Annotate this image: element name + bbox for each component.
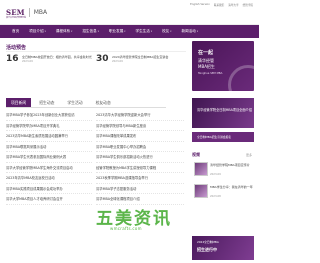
chevron-down-icon: ▾ xyxy=(196,30,199,33)
news-link[interactable]: 清华MBA学生代表参加国际商业案例大赛 xyxy=(6,152,92,163)
events-heading: 活动预告 xyxy=(6,45,27,51)
promo-title: 在一起 xyxy=(198,50,214,56)
nav-item-career[interactable]: 职业发展 ▾ xyxy=(109,29,126,34)
news-link[interactable]: 清华MBA学子参加2023年创新创业大赛获佳绩 xyxy=(6,110,92,121)
logo-divider xyxy=(28,8,30,17)
chevron-down-icon: ▾ xyxy=(97,30,99,33)
divider xyxy=(6,51,186,52)
event-title: 2024清华经管学院全日制MBA招生宣讲会 xyxy=(112,55,169,59)
admissions-banner[interactable]: 2024全日制MBA 招生进行中 xyxy=(192,236,254,260)
news-link[interactable]: 清华MBA实践项目成果展示会成功举办 xyxy=(6,184,92,194)
nav-item-alumni[interactable]: 校友 ▾ xyxy=(162,29,171,34)
video-thumbnail[interactable] xyxy=(194,184,208,198)
news-link[interactable]: 清华大学经管学院MBA学生海外交流项目启动 xyxy=(6,163,92,173)
news-link[interactable]: 清华经管学院举办MBA项目开学典礼 xyxy=(6,121,92,131)
util-link-contact[interactable]: 联系我们 xyxy=(214,3,224,7)
video-date: 2023-08 xyxy=(210,195,221,198)
news-link[interactable]: 清华MBA职业发展中心举办招聘会 xyxy=(96,142,184,152)
site-header: SEM 清华大学经济管理学院 MBA English Version 联系我们 … xyxy=(0,0,259,25)
news-link[interactable]: 清华MBA课程改革成果发布 xyxy=(96,131,184,142)
util-link-sem[interactable]: 经管学院 xyxy=(243,3,253,7)
nav-item-student-life[interactable]: 学生生活 ▾ xyxy=(136,29,153,34)
nav-label: 首页 xyxy=(12,29,20,33)
event-day: 16 xyxy=(6,54,19,64)
nav-label: 项目介绍 xyxy=(29,29,44,33)
event-date: 2023-09 xyxy=(112,60,123,63)
chevron-down-icon: ▾ xyxy=(71,30,73,33)
news-link[interactable]: 2023清华MBA新生素质拓展活动圆满举行 xyxy=(6,131,92,142)
promo-banner[interactable]: 在一起 清华经管 MBA招生 Tsinghua SEM MBA xyxy=(192,41,254,91)
admissions-banner-title: 招生进行中 xyxy=(197,247,217,252)
logo-subtitle: 清华大学经济管理学院 xyxy=(6,17,27,19)
nav-label: 职业发展 xyxy=(108,29,124,33)
video-more-link[interactable]: 更多 xyxy=(246,153,252,157)
news-list-right: 2023清华大学经管学院迎新大会举行 清华经管学院领导与MBA新生座谈 清华MB… xyxy=(96,110,184,205)
site-logo[interactable]: SEM 清华大学经济管理学院 MBA xyxy=(6,8,48,19)
video-title[interactable]: MBA学生分享：我在清华的一年 xyxy=(210,185,254,189)
tab-alumni-news[interactable]: 校友动态 xyxy=(91,98,116,107)
nav-label: 招生信息 xyxy=(82,29,97,33)
nav-label: 新闻活动 xyxy=(181,29,196,33)
news-link[interactable]: 清华MBA联赛风采展示活动 xyxy=(6,142,92,152)
nav-item-home[interactable]: 首页 xyxy=(12,29,19,34)
info-session-banner[interactable]: 全日制MBA招生宣讲会报名 xyxy=(192,132,254,142)
tab-project-news[interactable]: 项目新闻 xyxy=(6,98,32,107)
program-banner[interactable]: 清华经管学院全日制MBA项目全面介绍 xyxy=(192,98,254,128)
news-link[interactable]: 2023年清华MBA校友返校日活动 xyxy=(6,173,92,184)
news-link[interactable]: 清华MBA学生俱乐部招新活动火热进行 xyxy=(96,152,184,163)
news-link[interactable]: 清华MBA全球化课程项目介绍 xyxy=(96,194,184,205)
event-item[interactable]: 16 全日制MBA校园开放日：相约清华园，共享金秋时光 2023-09 xyxy=(6,55,94,64)
event-item[interactable]: 30 2024清华经管学院全日制MBA招生宣讲会 2023-09 xyxy=(96,55,186,64)
event-title: 全日制MBA校园开放日：相约清华园，共享金秋时光 xyxy=(22,55,92,59)
promo-line: MBA招生 xyxy=(198,64,215,69)
logo-mba: MBA xyxy=(33,9,48,16)
program-banner-text: 清华经管学院全日制MBA项目全面介绍 xyxy=(197,108,252,112)
news-list-left: 清华MBA学子参加2023年创新创业大赛获佳绩 清华经管学院举办MBA项目开学典… xyxy=(6,110,92,205)
chevron-down-icon: ▾ xyxy=(44,30,46,33)
news-link[interactable]: 经管学院教授为MBA学生讲授领导力课程 xyxy=(96,163,184,173)
news-link[interactable]: 2023清华大学经管学院迎新大会举行 xyxy=(96,110,184,121)
nav-item-program[interactable]: 项目介绍 ▾ xyxy=(29,29,46,34)
event-day: 30 xyxy=(96,54,109,64)
news-link[interactable]: 2023秋季学期MBA选课指导会举行 xyxy=(96,173,184,184)
news-link[interactable]: 清华大学MBA项目人才培养研讨会召开 xyxy=(6,194,92,205)
chevron-down-icon: ▾ xyxy=(150,30,153,33)
promo-subline: Tsinghua SEM MBA xyxy=(198,72,223,75)
event-date: 2023-09 xyxy=(22,60,33,63)
info-session-text: 全日制MBA招生宣讲会报名 xyxy=(197,135,232,139)
utility-links: English Version 联系我们 清华大学 经管学院 xyxy=(190,3,253,7)
watermark-char: 讯 xyxy=(153,209,170,229)
tab-student-activities[interactable]: 学生活动 xyxy=(62,98,87,107)
util-link-tsinghua[interactable]: 清华大学 xyxy=(228,3,238,7)
nav-label: 校友 xyxy=(162,29,170,33)
nav-item-news[interactable]: 新闻活动 ▾ xyxy=(181,29,198,34)
chevron-down-icon: ▾ xyxy=(124,30,126,33)
video-thumbnail[interactable] xyxy=(194,162,208,176)
news-link[interactable]: 清华MBA学子志愿服务活动 xyxy=(96,184,184,194)
watermark-url: wmcrafts.com xyxy=(110,226,142,231)
chevron-down-icon: ▾ xyxy=(170,30,172,33)
main-nav: 首页 项目介绍 ▾ 课程体系 ▾ 招生信息 ▾ 职业发展 ▾ 学生生活 ▾ 校友 ▾ 新闻活… xyxy=(0,25,259,38)
nav-label: 课程体系 xyxy=(55,29,71,33)
nav-label: 学生生活 xyxy=(135,29,150,33)
tab-admissions-news[interactable]: 招生动态 xyxy=(34,98,59,107)
nav-item-admissions[interactable]: 招生信息 ▾ xyxy=(82,29,99,34)
util-link-english[interactable]: English Version xyxy=(190,3,210,7)
decorative-arc xyxy=(228,65,254,91)
news-link[interactable]: 清华经管学院领导与MBA新生座谈 xyxy=(96,121,184,131)
news-tabs: 项目新闻 招生动态 学生活动 校友动态 xyxy=(6,98,166,108)
nav-item-curriculum[interactable]: 课程体系 ▾ xyxy=(56,29,73,34)
video-date: 2023-09 xyxy=(210,173,221,176)
admissions-banner-line: 2024全日制MBA xyxy=(197,240,219,244)
video-title[interactable]: 清华经管学院MBA项目宣传片 xyxy=(210,163,254,167)
video-heading: 视频 xyxy=(192,152,200,157)
